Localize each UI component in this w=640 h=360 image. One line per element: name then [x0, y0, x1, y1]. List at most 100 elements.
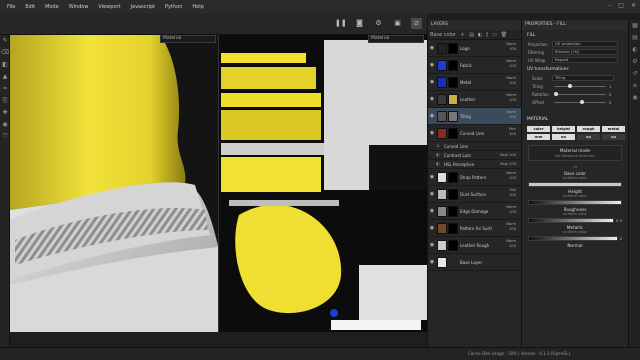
channel-metal-toggle[interactable]: metal [602, 126, 625, 132]
visibility-eye-icon[interactable]: ◉ [428, 45, 436, 51]
maximize-icon[interactable]: □ [618, 2, 624, 9]
menu-mode[interactable]: Mode [40, 4, 64, 10]
channel-op2-toggle[interactable]: op [602, 134, 625, 140]
channel-nrm-toggle[interactable]: nrm [527, 134, 550, 140]
channel-ao-toggle[interactable]: ao [552, 134, 575, 140]
delete-icon[interactable]: 🗑 [501, 32, 507, 38]
layer-blend[interactable]: Norm 100 [506, 110, 516, 120]
visibility-eye-icon[interactable]: ◉ [428, 242, 436, 248]
effect-row-curved-line[interactable]: ⚓ Curved Line [428, 142, 521, 151]
visibility-eye-icon[interactable]: ◉ [428, 130, 436, 136]
layer-row-leather-rough[interactable]: ◉ Leather Rough Norm 100 [428, 237, 521, 254]
channel-rough-toggle[interactable]: rough [577, 126, 600, 132]
metallic-slider[interactable] [528, 236, 618, 241]
paint-icon[interactable]: ✎ [0, 35, 10, 47]
rotation-value[interactable]: 0 [609, 92, 619, 97]
display-settings-icon[interactable]: ⚙ [373, 18, 384, 29]
rotation-slider[interactable] [554, 91, 606, 96]
visibility-eye-icon[interactable]: ◉ [428, 113, 436, 119]
smudge-icon[interactable]: ≈ [0, 83, 10, 95]
channel-height-toggle[interactable]: height [552, 126, 575, 132]
roughness-value[interactable]: 0.3 [616, 218, 622, 223]
layer-row-edge-damage[interactable]: ◉ Edge Damage Norm 100 [428, 203, 521, 220]
layer-blend[interactable]: Norm 100 [506, 59, 516, 69]
visibility-eye-icon[interactable]: ◉ [428, 174, 436, 180]
shelf-icon[interactable]: ▦ [629, 20, 640, 32]
base-color-slot[interactable]: Base color uniform color [528, 171, 622, 187]
visibility-eye-icon[interactable]: ◉ [428, 79, 436, 85]
layer-blend[interactable]: Norm 100 [506, 222, 516, 232]
visibility-eye-icon[interactable]: ◉ [428, 62, 436, 68]
visibility-eye-icon[interactable]: ◉ [428, 191, 436, 197]
effect-blend[interactable]: Repl 100 [500, 162, 516, 167]
bake-panel-icon[interactable]: ◉ [629, 92, 640, 104]
texture-set-icon[interactable]: ▤ [629, 32, 640, 44]
metallic-slot[interactable]: Metallic uniform color 0 [528, 225, 622, 241]
effect-blend[interactable]: Repl 100 [500, 153, 516, 158]
menu-python[interactable]: Python [160, 4, 187, 10]
history-icon[interactable]: ↺ [629, 68, 640, 80]
layer-blend[interactable]: Norm 100 [506, 93, 516, 103]
scale-select[interactable]: Tiling [552, 75, 614, 81]
material-mode-slot[interactable]: Material mode No Resource Selected [528, 145, 622, 161]
filtering-select[interactable]: Bilinear | HQ [552, 49, 618, 55]
offset-slider[interactable] [554, 99, 606, 104]
visibility-eye-icon[interactable]: ◉ [428, 96, 436, 102]
menu-help[interactable]: Help [187, 4, 208, 10]
close-icon[interactable]: ✕ [631, 2, 636, 9]
layer-blend[interactable]: Norm 100 [506, 239, 516, 249]
tiling-value[interactable]: 1 [609, 84, 619, 89]
effect-row-hsl-perceptive[interactable]: ◐ HSL Perceptive Repl 100 [428, 160, 521, 169]
menu-javascript[interactable]: Javascript [126, 4, 161, 10]
viewport-2d-uv[interactable] [218, 35, 427, 332]
layer-row-logo[interactable]: ◉ Logo Norm 100 [428, 40, 521, 57]
minimize-icon[interactable]: – [608, 2, 611, 9]
menu-edit[interactable]: Edit [20, 4, 40, 10]
visibility-eye-icon[interactable]: ◉ [428, 259, 436, 265]
add-effect-icon[interactable]: ƒ [486, 32, 488, 38]
camera-icon[interactable]: ◙ [354, 18, 365, 29]
view-mode-icon[interactable]: ▣ [392, 18, 403, 29]
pause-icon[interactable]: ❚❚ [335, 18, 347, 29]
layer-row-pattern-surface[interactable]: ◉ Pattern for Surface Norm100 [428, 220, 521, 237]
viewport-2d-mode-select[interactable]: Material [368, 35, 424, 43]
layer-blend[interactable]: Norm 100 [506, 42, 516, 52]
viewport-3d[interactable] [10, 35, 218, 332]
layer-row-leather[interactable]: ◉ Leather Norm 100 [428, 91, 521, 108]
layer-blend[interactable]: Norm 100 [506, 76, 516, 86]
layer-row-strap-pattern[interactable]: ◉ Strap Pattern Norm 100 [428, 169, 521, 186]
eraser-icon[interactable]: ⌫ [0, 47, 10, 59]
layer-blend[interactable]: Pthr 100 [509, 127, 516, 137]
layer-row-fabric[interactable]: ◉ Fabric Norm 100 [428, 57, 521, 74]
visibility-eye-icon[interactable]: ◉ [428, 208, 436, 214]
layer-row-base-layer[interactable]: ◉ Base Layer [428, 254, 521, 271]
polygon-fill-icon[interactable]: ▲ [0, 71, 10, 83]
picker-icon[interactable]: ✚ [0, 107, 10, 119]
channel-color-toggle[interactable]: color [527, 126, 550, 132]
layer-row-dust-surface[interactable]: ◉ Dust Surface Mul 100 [428, 186, 521, 203]
settings-icon[interactable]: ⚙ [629, 56, 640, 68]
menu-file[interactable]: File [2, 4, 20, 10]
projection-icon[interactable]: ◧ [0, 59, 10, 71]
height-slider[interactable] [528, 200, 622, 205]
layer-blend[interactable]: Norm 100 [506, 171, 516, 181]
tiling-slider[interactable] [554, 83, 606, 88]
visibility-eye-icon[interactable]: ◉ [428, 225, 436, 231]
base-color-swatch[interactable] [528, 182, 622, 187]
transform-icon[interactable]: ⤧ [0, 131, 10, 143]
bake-icon[interactable]: ◉ [0, 119, 10, 131]
log-icon[interactable]: ≡ [629, 80, 640, 92]
offset-value[interactable]: 0 [609, 100, 619, 105]
layer-row-tiling[interactable]: ◉ Tiling Norm 100 [428, 108, 521, 125]
projection-select[interactable]: UV projection [552, 41, 618, 47]
clone-icon[interactable]: ⎘ [0, 95, 10, 107]
menu-viewport[interactable]: Viewport [93, 4, 125, 10]
folder-icon[interactable]: ▭ [492, 32, 497, 38]
roughness-slider[interactable] [528, 218, 614, 223]
add-fill-icon[interactable]: ▤ [469, 32, 474, 38]
channel-op-toggle[interactable]: op [577, 134, 600, 140]
display-icon[interactable]: ◐ [629, 44, 640, 56]
viewport-3d-mode-select[interactable]: Material [160, 35, 216, 43]
layer-blend[interactable]: Norm 100 [506, 205, 516, 215]
roughness-slot[interactable]: Roughness uniform color 0.3 [528, 207, 622, 223]
